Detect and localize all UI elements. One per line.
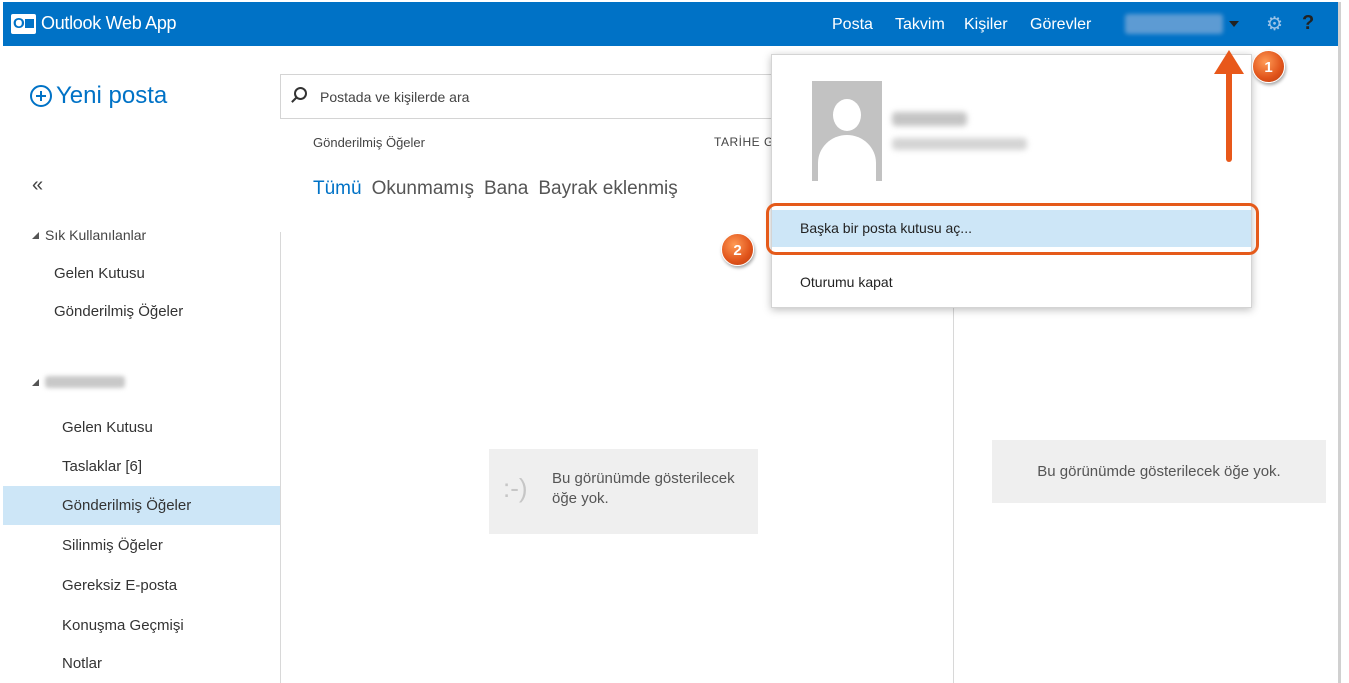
nav-mail[interactable]: Posta xyxy=(832,16,873,34)
gear-icon[interactable]: ⚙ xyxy=(1266,13,1283,36)
avatar xyxy=(812,81,882,181)
sign-out[interactable]: Oturumu kapat xyxy=(772,264,1251,301)
reading-pane-empty-text: Bu görünümde gösterilecek öğe yok. xyxy=(992,440,1326,503)
search-input[interactable] xyxy=(320,87,790,107)
arrow-icon xyxy=(1226,68,1232,162)
folder-notes[interactable]: Notlar xyxy=(3,644,280,683)
account-name-blurred xyxy=(892,112,967,126)
user-name-blurred[interactable] xyxy=(1125,14,1223,34)
folder-conversation-history[interactable]: Konuşma Geçmişi xyxy=(3,606,280,645)
app-title[interactable]: Outlook Web App xyxy=(41,13,177,34)
message-list-title: Gönderilmiş Öğeler xyxy=(313,135,425,150)
help-icon[interactable]: ? xyxy=(1302,12,1314,35)
expand-triangle-icon xyxy=(32,378,39,386)
expand-triangle-icon xyxy=(32,231,39,239)
new-mail-label: Yeni posta xyxy=(56,82,168,109)
mailbox-header[interactable] xyxy=(32,376,125,388)
filter-to-me[interactable]: Bana xyxy=(484,178,528,200)
top-bar: O Outlook Web App Posta Takvim Kişiler G… xyxy=(3,2,1339,46)
filter-flagged[interactable]: Bayrak eklenmiş xyxy=(538,178,677,200)
filter-bar: Tümü Okunmamış Bana Bayrak eklenmiş xyxy=(313,178,678,200)
nav-calendar[interactable]: Takvim xyxy=(895,16,945,34)
callout-2: 2 xyxy=(721,233,754,266)
chevron-down-icon[interactable] xyxy=(1229,21,1239,27)
sort-by-date[interactable]: TARİHE G xyxy=(714,135,774,149)
filter-unread[interactable]: Okunmamış xyxy=(372,178,474,200)
search-icon[interactable] xyxy=(294,87,307,100)
favorite-sent-items[interactable]: Gönderilmiş Öğeler xyxy=(3,292,280,331)
empty-list-message: :-) Bu görünümde gösterilecek öğe yok. xyxy=(489,449,758,534)
window-edge xyxy=(1338,2,1341,683)
callout-1: 1 xyxy=(1252,50,1285,83)
arrow-head-icon xyxy=(1214,50,1244,74)
folder-deleted-items[interactable]: Silinmiş Öğeler xyxy=(3,526,280,565)
highlight-ring xyxy=(766,203,1259,255)
collapse-pane-icon[interactable]: « xyxy=(32,174,43,197)
favorites-header[interactable]: Sık Kullanılanlar xyxy=(32,227,146,243)
nav-people[interactable]: Kişiler xyxy=(964,16,1008,34)
search-box[interactable] xyxy=(280,74,800,119)
account-email-blurred xyxy=(892,138,1027,150)
filter-all[interactable]: Tümü xyxy=(313,178,362,200)
favorite-inbox[interactable]: Gelen Kutusu xyxy=(3,254,280,293)
folder-sent-items[interactable]: Gönderilmiş Öğeler xyxy=(3,486,280,525)
pane-divider xyxy=(280,232,281,683)
new-mail-button[interactable]: Yeni posta xyxy=(30,82,167,110)
pane-divider xyxy=(953,300,954,683)
folder-junk[interactable]: Gereksiz E-posta xyxy=(3,566,280,605)
mailbox-name-blurred xyxy=(45,376,125,388)
outlook-logo-icon: O xyxy=(11,14,36,34)
folder-drafts[interactable]: Taslaklar [6] xyxy=(3,447,280,486)
plus-circle-icon xyxy=(30,85,52,107)
nav-tasks[interactable]: Görevler xyxy=(1030,16,1091,34)
folder-inbox[interactable]: Gelen Kutusu xyxy=(3,408,280,447)
account-menu: Başka bir posta kutusu aç... Oturumu kap… xyxy=(771,54,1252,308)
smiley-icon: :-) xyxy=(503,473,528,503)
empty-list-text: Bu görünümde gösterilecek öğe yok. xyxy=(552,470,735,507)
